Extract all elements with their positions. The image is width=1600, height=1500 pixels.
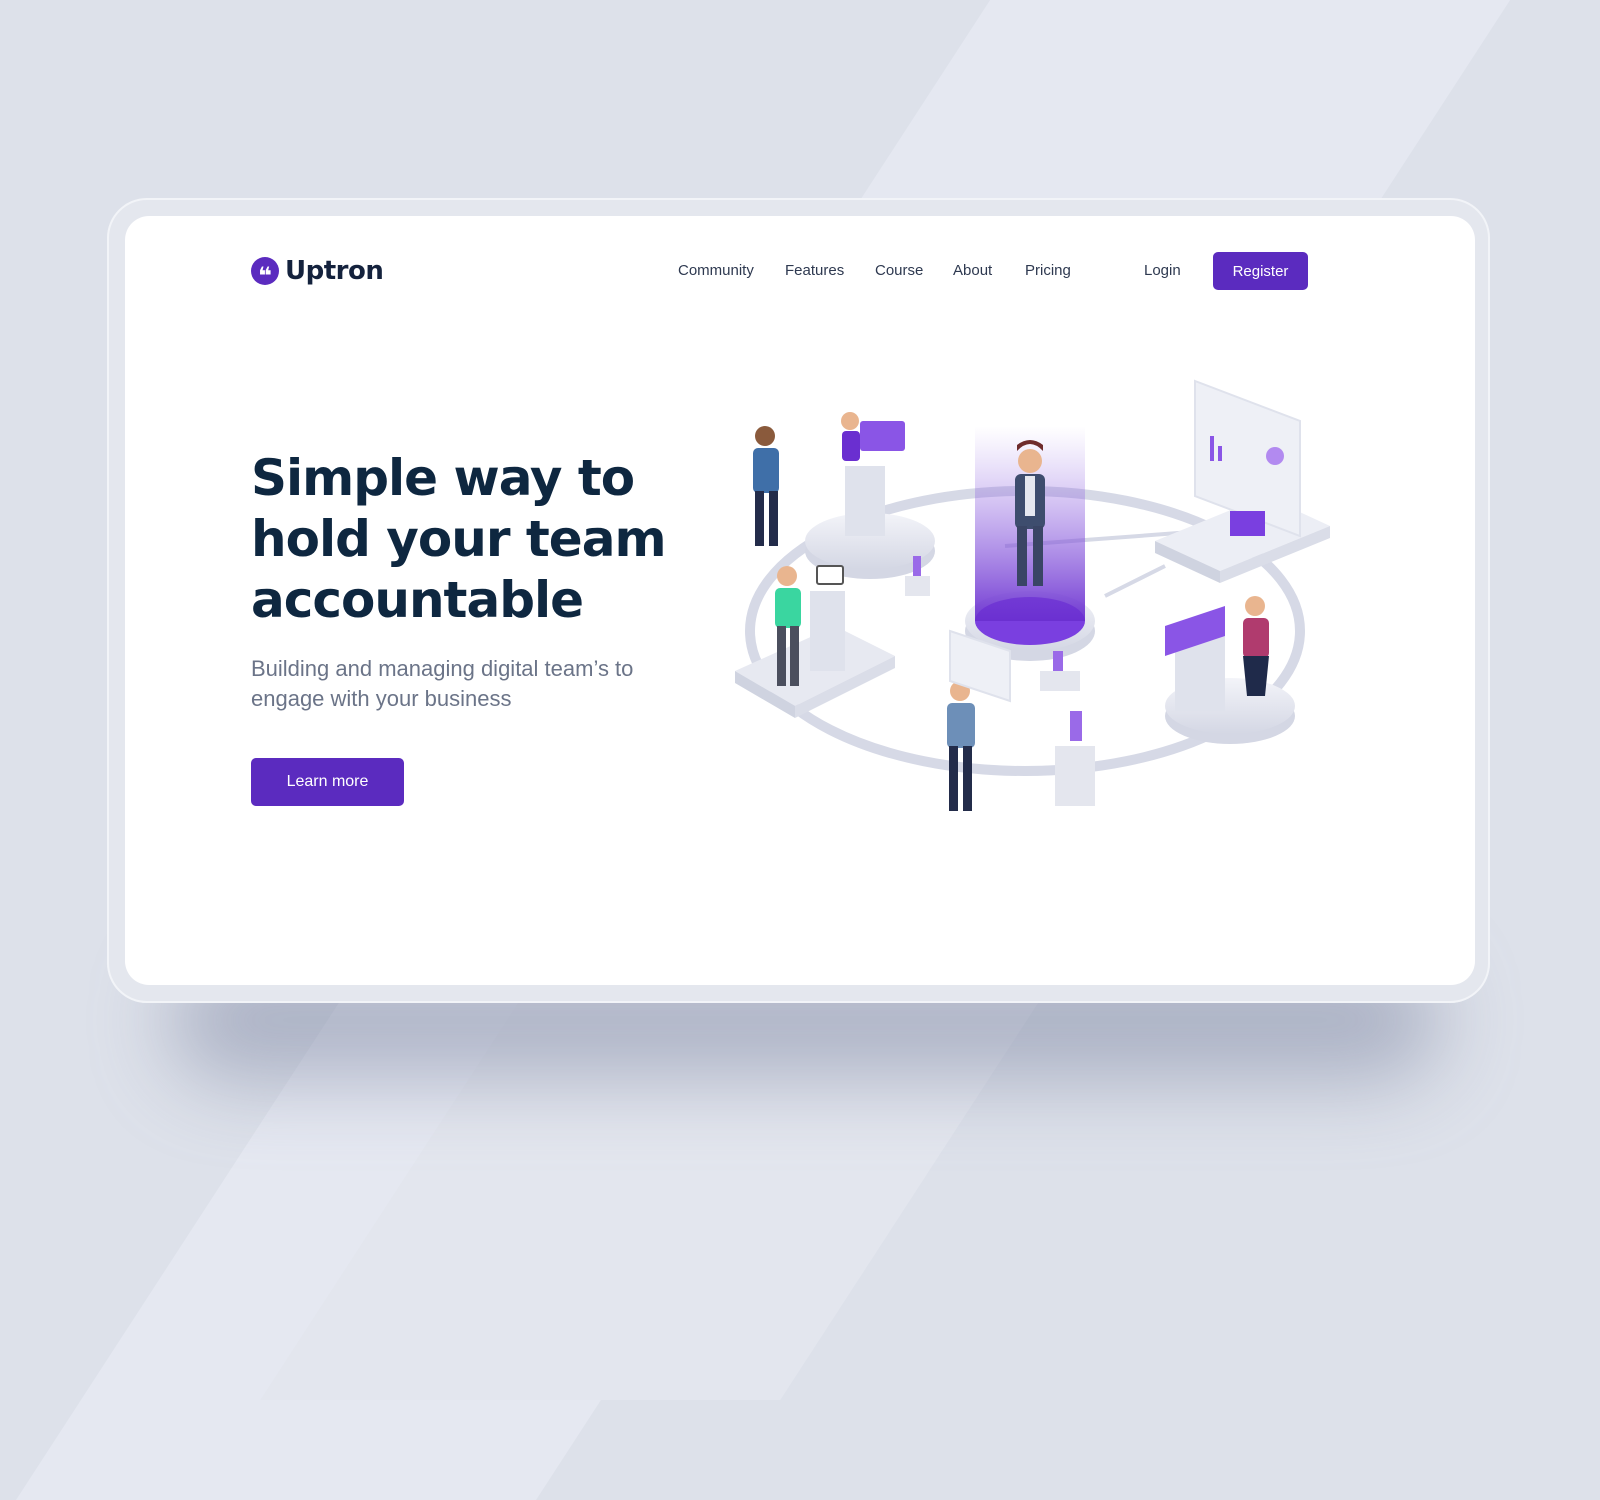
quote-logo-icon: ❝ <box>251 257 279 288</box>
nav-course[interactable]: Course <box>875 262 923 279</box>
nav-about[interactable]: About <box>953 262 992 279</box>
brand-name: Uptron <box>285 256 384 286</box>
brand-logo[interactable]: ❝ Uptron <box>251 256 384 288</box>
login-link[interactable]: Login <box>1144 262 1181 279</box>
headline-line: accountable <box>251 571 584 629</box>
learn-more-button[interactable]: Learn more <box>251 758 404 806</box>
nav-community[interactable]: Community <box>678 262 754 279</box>
isometric-team-illustration-icon <box>735 379 1330 811</box>
nav-features[interactable]: Features <box>785 262 844 279</box>
hero-subtext: Building and managing digital team’s to … <box>251 656 634 711</box>
nav-pricing[interactable]: Pricing <box>1025 262 1071 279</box>
register-button[interactable]: Register <box>1213 252 1308 290</box>
hero-headline: Simple way to hold your team accountable <box>251 448 711 631</box>
headline-line: Simple way to <box>251 449 635 507</box>
landing-page: ❝ Uptron Community Features Course About… <box>125 216 1475 985</box>
headline-line: hold your team <box>251 510 667 568</box>
